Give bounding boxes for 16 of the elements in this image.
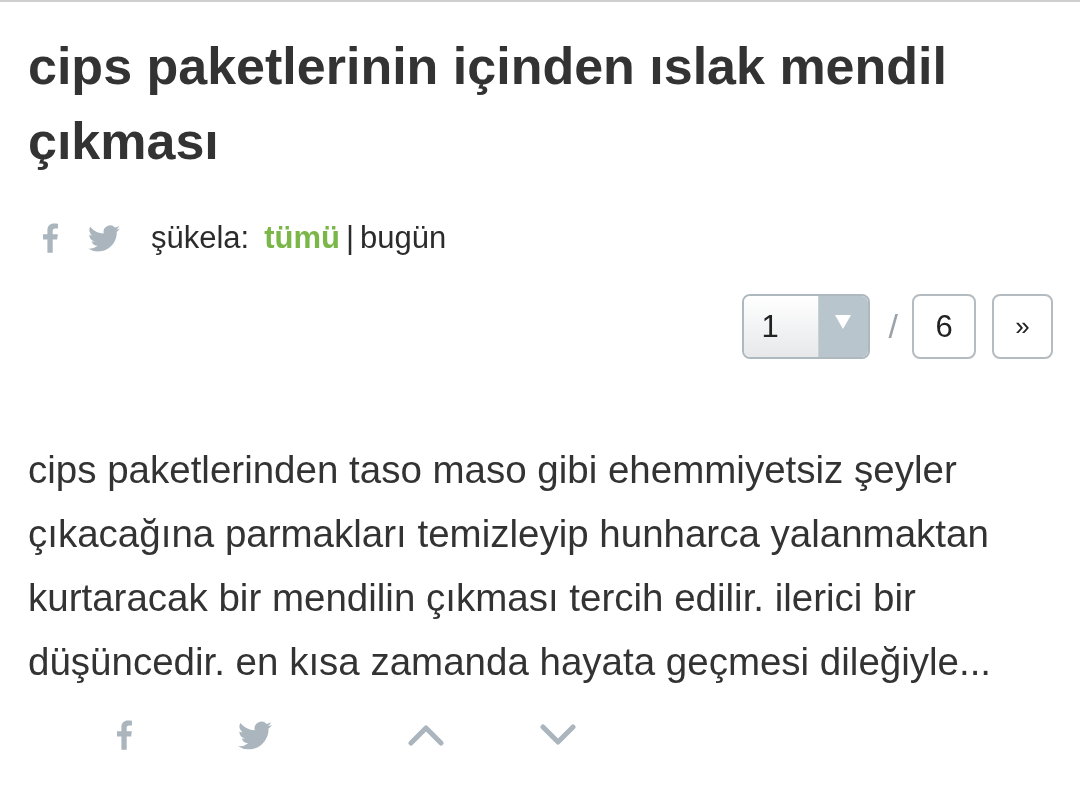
sukela-label: şükela:	[151, 220, 250, 256]
page-separator: /	[888, 307, 898, 346]
twitter-icon[interactable]	[238, 720, 272, 750]
facebook-icon[interactable]	[117, 720, 132, 750]
chevron-down-icon[interactable]	[540, 724, 576, 746]
separator-text: |	[346, 220, 355, 256]
last-page-button[interactable]: 6	[912, 294, 976, 359]
page-select[interactable]: 1	[741, 294, 870, 359]
chevron-up-icon[interactable]	[408, 724, 444, 746]
entry-text: cips paketlerinden taso maso gibi ehemmiyetsiz şeyler çıkacağına parmakları temizleyip hunharca yalanmaktan kurtaracak bir mendilin çıkması tercih edilir. ilerici bir düşüncedir. en kısa zamanda hayata geçmesi dileğiyle...	[28, 447, 993, 685]
twitter-icon[interactable]	[88, 224, 120, 252]
caret-icon	[835, 315, 852, 329]
entry-title: cips paketlerinin içinden ıslak mendil çıkması	[28, 36, 948, 172]
next-page-button[interactable]: »	[992, 294, 1053, 359]
filter-link[interactable]: bugün	[360, 220, 447, 256]
facebook-icon[interactable]	[43, 223, 58, 253]
